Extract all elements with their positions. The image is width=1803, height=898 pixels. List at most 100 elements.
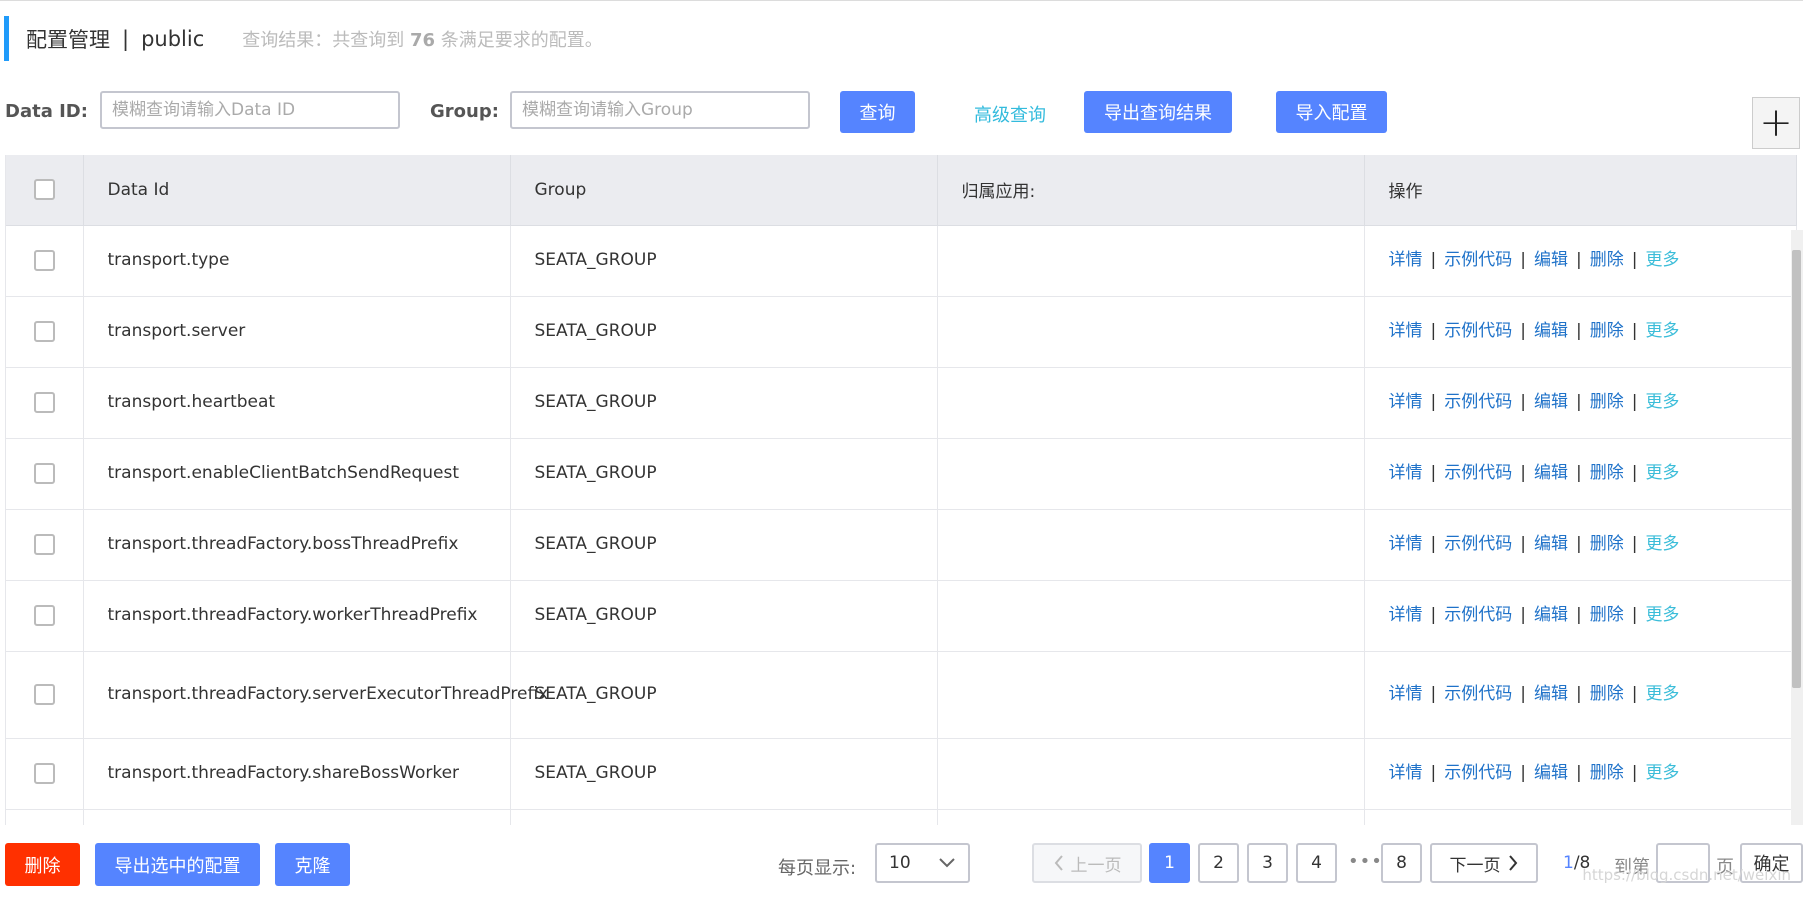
action-separator: | xyxy=(1520,321,1526,341)
result-count: 76 xyxy=(410,29,436,51)
sample-code-link[interactable]: 示例代码 xyxy=(1444,250,1512,270)
delete-link[interactable]: 删除 xyxy=(1590,684,1624,704)
edit-link[interactable]: 编辑 xyxy=(1534,605,1568,625)
sample-code-link[interactable]: 示例代码 xyxy=(1444,321,1512,341)
advanced-query-link[interactable]: 高级查询 xyxy=(974,101,1046,127)
export-selected-button[interactable]: 导出选中的配置 xyxy=(95,843,260,886)
row-select-cell xyxy=(6,651,84,739)
edit-link[interactable]: 编辑 xyxy=(1534,250,1568,270)
page-button-8[interactable]: 8 xyxy=(1381,843,1422,883)
action-separator: | xyxy=(1631,250,1638,270)
table-scrollbar-thumb[interactable] xyxy=(1792,250,1801,688)
row-checkbox[interactable] xyxy=(33,391,55,413)
column-header-data-id[interactable]: Data Id xyxy=(83,155,511,226)
detail-link[interactable]: 详情 xyxy=(1389,321,1423,341)
group-cell: SEATA_GROUP xyxy=(510,438,938,510)
per-page-value: 10 xyxy=(889,853,911,873)
pagination-ellipsis: ••• xyxy=(1348,851,1383,872)
page-button-2[interactable]: 2 xyxy=(1198,843,1239,883)
group-input[interactable] xyxy=(510,91,810,129)
action-separator: | xyxy=(1520,250,1526,270)
edit-link[interactable]: 编辑 xyxy=(1534,684,1568,704)
table-row: transport.server SEATA_GROUP 详情 | 示例代码 | 编辑 | 删除… xyxy=(6,296,1797,368)
action-separator: | xyxy=(1430,605,1437,625)
edit-link[interactable]: 编辑 xyxy=(1534,534,1568,554)
app-cell xyxy=(937,809,1365,825)
action-separator: | xyxy=(1575,534,1582,554)
sample-code-link[interactable]: 示例代码 xyxy=(1444,463,1512,483)
more-link[interactable]: 更多 xyxy=(1645,684,1679,704)
delete-link[interactable]: 删除 xyxy=(1590,605,1624,625)
detail-link[interactable]: 详情 xyxy=(1389,605,1423,625)
row-checkbox[interactable] xyxy=(33,462,55,484)
detail-link[interactable]: 详情 xyxy=(1389,250,1423,270)
more-link[interactable]: 更多 xyxy=(1645,463,1679,483)
edit-link[interactable]: 编辑 xyxy=(1534,463,1568,483)
delete-link[interactable]: 删除 xyxy=(1590,250,1624,270)
row-checkbox[interactable] xyxy=(33,320,55,342)
more-link[interactable]: 更多 xyxy=(1645,763,1679,783)
more-link[interactable]: 更多 xyxy=(1645,392,1679,412)
column-header-app: 归属应用: xyxy=(937,155,1365,226)
row-select-cell xyxy=(6,367,84,439)
actions-cell: 详情 | 示例代码 | 编辑 | 删除 | 更多 xyxy=(1364,651,1797,739)
more-link[interactable]: 更多 xyxy=(1645,321,1679,341)
edit-link[interactable]: 编辑 xyxy=(1534,763,1568,783)
import-config-button[interactable]: 导入配置 xyxy=(1276,91,1387,133)
delete-link[interactable]: 删除 xyxy=(1590,534,1624,554)
column-header-actions: 操作 xyxy=(1364,155,1797,226)
row-checkbox[interactable] xyxy=(33,683,55,705)
row-select-cell xyxy=(6,809,84,825)
detail-link[interactable]: 详情 xyxy=(1389,534,1423,554)
delete-link[interactable]: 删除 xyxy=(1590,392,1624,412)
table-header-row: Data Id Group 归属应用: 操作 xyxy=(6,155,1797,226)
app-cell xyxy=(937,296,1365,368)
action-separator: | xyxy=(1631,684,1638,704)
more-link[interactable]: 更多 xyxy=(1645,605,1679,625)
delete-link[interactable]: 删除 xyxy=(1590,763,1624,783)
query-button[interactable]: 查询 xyxy=(840,91,915,133)
title-separator: | xyxy=(122,26,130,51)
prev-page-button[interactable]: 上一页 xyxy=(1032,843,1142,883)
select-all-checkbox[interactable] xyxy=(33,179,55,201)
page-button-3[interactable]: 3 xyxy=(1247,843,1288,883)
sample-code-link[interactable]: 示例代码 xyxy=(1444,534,1512,554)
next-page-button[interactable]: 下一页 xyxy=(1430,843,1538,883)
actions-cell: 详情 | 示例代码 | 编辑 | 删除 | 更多 xyxy=(1364,438,1797,510)
export-results-button[interactable]: 导出查询结果 xyxy=(1084,91,1232,133)
config-table: Data Id Group 归属应用: 操作 transport.type SEA… xyxy=(5,155,1803,825)
edit-link[interactable]: 编辑 xyxy=(1534,321,1568,341)
edit-link[interactable]: 编辑 xyxy=(1534,392,1568,412)
more-link[interactable]: 更多 xyxy=(1645,250,1679,270)
table-row xyxy=(6,809,1797,825)
detail-link[interactable]: 详情 xyxy=(1389,763,1423,783)
detail-link[interactable]: 详情 xyxy=(1389,684,1423,704)
delete-link[interactable]: 删除 xyxy=(1590,463,1624,483)
add-config-button[interactable]: + xyxy=(1752,97,1800,149)
row-checkbox[interactable] xyxy=(33,533,55,555)
action-separator: | xyxy=(1430,684,1437,704)
sample-code-link[interactable]: 示例代码 xyxy=(1444,605,1512,625)
clone-button[interactable]: 克隆 xyxy=(275,843,350,886)
row-checkbox[interactable] xyxy=(33,762,55,784)
column-header-group[interactable]: Group xyxy=(510,155,938,226)
actions-cell: 详情 | 示例代码 | 编辑 | 删除 | 更多 xyxy=(1364,509,1797,581)
data-id-input[interactable] xyxy=(100,91,400,129)
page-button-4[interactable]: 4 xyxy=(1296,843,1337,883)
detail-link[interactable]: 详情 xyxy=(1389,392,1423,412)
per-page-select[interactable]: 10 xyxy=(875,843,970,883)
row-checkbox[interactable] xyxy=(33,604,55,626)
group-cell: SEATA_GROUP xyxy=(510,509,938,581)
batch-delete-button[interactable]: 删除 xyxy=(5,843,80,886)
row-checkbox[interactable] xyxy=(33,249,55,271)
sample-code-link[interactable]: 示例代码 xyxy=(1444,684,1512,704)
sample-code-link[interactable]: 示例代码 xyxy=(1444,763,1512,783)
delete-link[interactable]: 删除 xyxy=(1590,321,1624,341)
detail-link[interactable]: 详情 xyxy=(1389,463,1423,483)
action-separator: | xyxy=(1430,763,1437,783)
more-link[interactable]: 更多 xyxy=(1645,534,1679,554)
action-separator: | xyxy=(1575,605,1582,625)
action-separator: | xyxy=(1575,321,1582,341)
sample-code-link[interactable]: 示例代码 xyxy=(1444,392,1512,412)
page-button-1[interactable]: 1 xyxy=(1149,843,1190,883)
